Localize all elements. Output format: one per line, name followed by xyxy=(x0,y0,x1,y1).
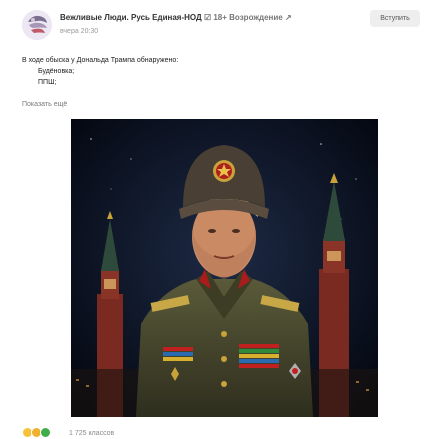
show-more-link[interactable]: Показать ещё xyxy=(22,101,67,108)
post-author[interactable]: Вежливые Люди. Русь Единая-НОД ☑ 18+ Воз… xyxy=(60,13,360,22)
post-image[interactable] xyxy=(71,119,378,417)
post-text-line: Будёновка; xyxy=(38,68,75,75)
verified-check-icon: ☑ 18+ Возрождение ↗ xyxy=(203,13,292,22)
join-button[interactable]: Вступить xyxy=(370,10,420,27)
post-time[interactable]: вчера 20:30 xyxy=(60,28,98,35)
author-name[interactable]: Вежливые Люди. Русь Единая-НОД xyxy=(60,13,202,22)
post-text-line: ППШ; xyxy=(38,79,57,86)
reactions-bar[interactable]: 1 725 классов xyxy=(22,425,222,439)
group-avatar-icon[interactable] xyxy=(22,10,52,40)
feed-post: Вежливые Люди. Русь Единая-НОД ☑ 18+ Воз… xyxy=(0,0,448,438)
emoji-green-icon xyxy=(40,427,51,438)
likes-count[interactable]: 1 725 классов xyxy=(69,430,114,437)
post-text: В ходе обыска у Дональда Трампа обнаруже… xyxy=(22,55,178,88)
post-text-line: В ходе обыска у Дональда Трампа обнаруже… xyxy=(22,57,179,64)
